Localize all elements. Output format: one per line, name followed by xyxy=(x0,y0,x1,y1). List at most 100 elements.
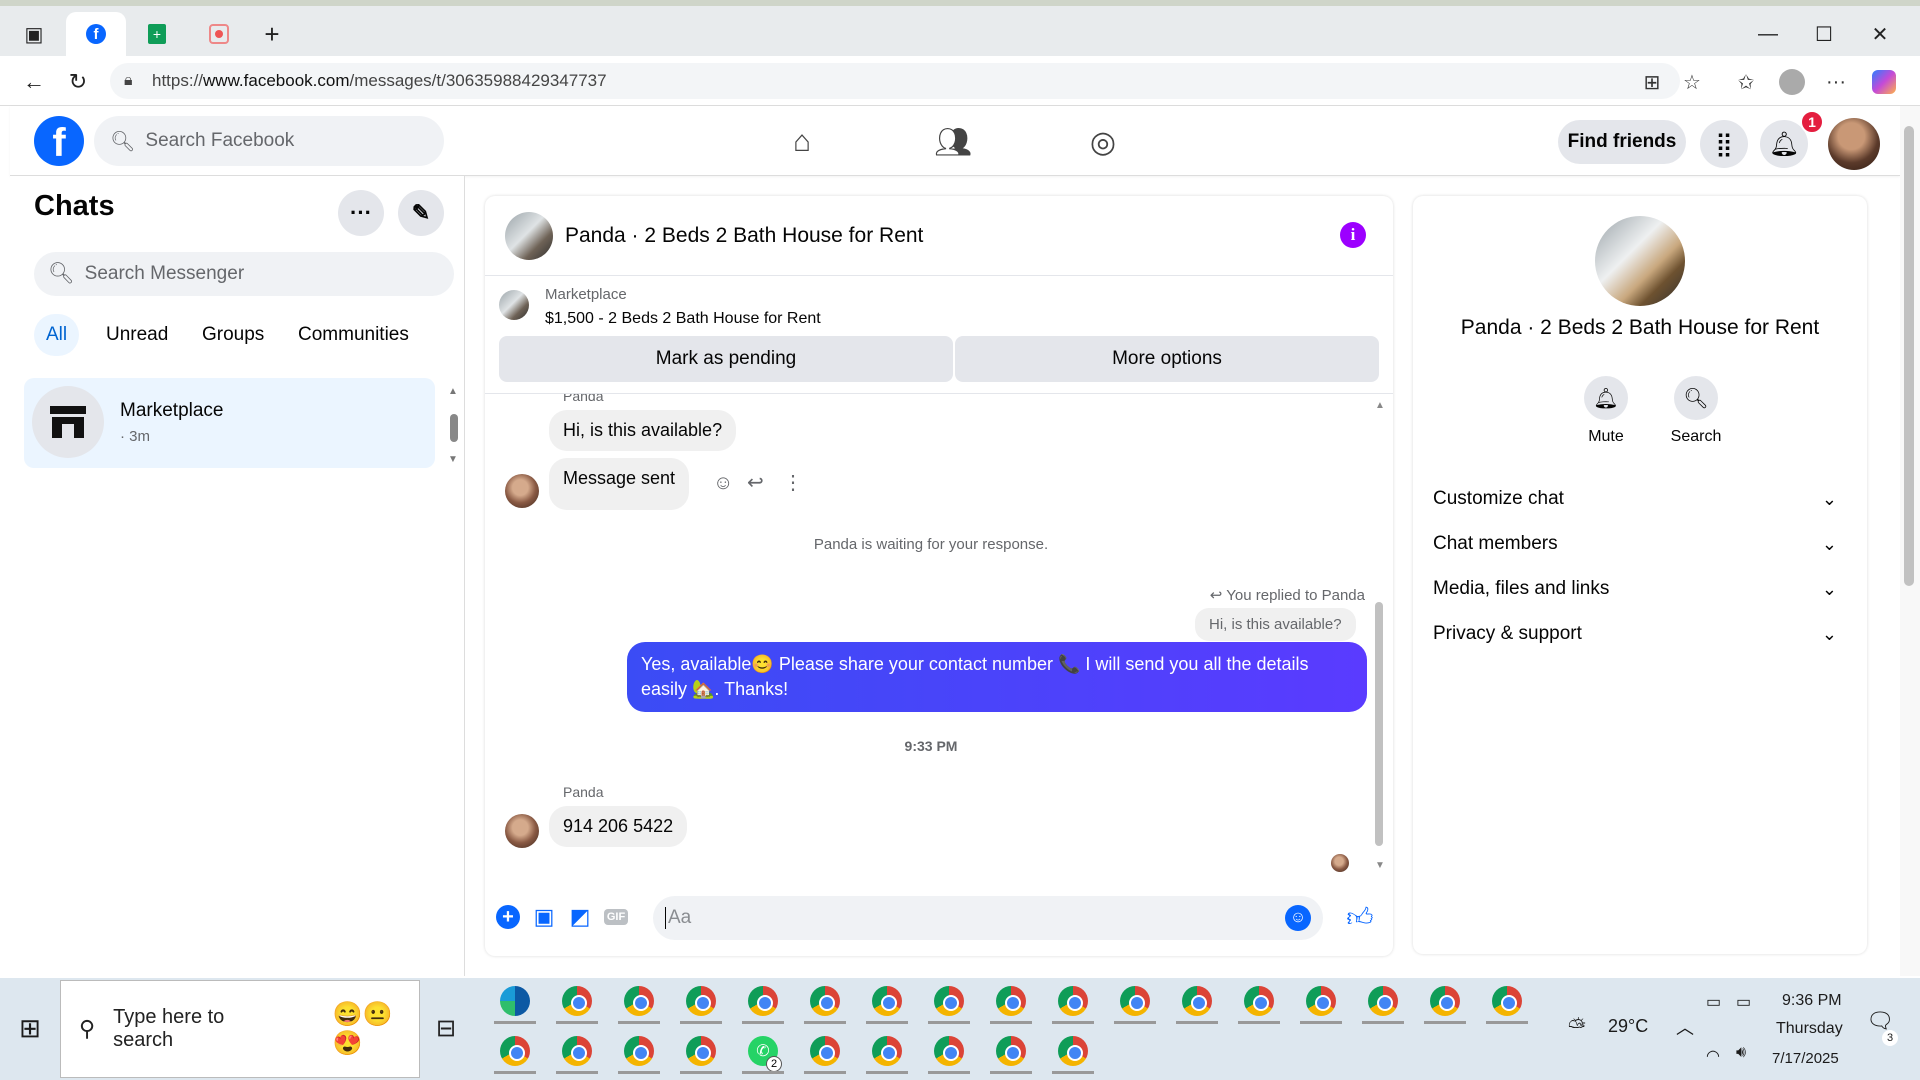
message-bubble-sent[interactable]: Message sent xyxy=(549,458,690,510)
tab-sheets[interactable]: + xyxy=(132,12,182,56)
taskbar-chrome-window[interactable] xyxy=(674,978,728,1024)
facebook-logo[interactable]: f xyxy=(34,116,84,166)
taskbar-chrome-window[interactable] xyxy=(860,1028,914,1074)
taskbar-chrome-window[interactable] xyxy=(1232,978,1286,1024)
chats-scrollbar[interactable]: ▲ ▼ xyxy=(448,386,458,472)
outgoing-message[interactable]: Yes, available😊 Please share your contac… xyxy=(627,642,1367,712)
more-icon[interactable]: ··· xyxy=(1818,64,1854,100)
add-plus-icon[interactable]: + xyxy=(493,902,523,932)
account-avatar[interactable] xyxy=(1828,118,1880,170)
filter-unread[interactable]: Unread xyxy=(94,314,180,356)
facebook-search[interactable]: 🔍︎ Search Facebook xyxy=(94,116,444,166)
chat-item-marketplace[interactable]: Marketplace · 3m xyxy=(24,378,435,468)
messages-scroll-thumb[interactable] xyxy=(1375,602,1383,846)
close-icon[interactable]: ✕ xyxy=(1852,12,1908,56)
find-friends-button[interactable]: Find friends xyxy=(1558,120,1686,164)
taskbar-chrome-window[interactable] xyxy=(922,978,976,1024)
favorite-star-icon[interactable]: ☆ xyxy=(1674,64,1710,100)
filter-communities[interactable]: Communities xyxy=(286,314,421,356)
weather-icon[interactable]: ⛅︎ xyxy=(1568,1014,1586,1040)
task-view-icon[interactable]: ⊟ xyxy=(436,1014,456,1043)
taskbar-chrome-window[interactable] xyxy=(612,1028,666,1074)
new-tab-icon[interactable]: + xyxy=(252,14,292,54)
taskbar-chrome-window[interactable] xyxy=(984,1028,1038,1074)
gif-icon[interactable]: GIF xyxy=(601,902,631,932)
maximize-icon[interactable]: ☐ xyxy=(1796,12,1852,56)
conversation-title[interactable]: Panda · 2 Beds 2 Bath House for Rent xyxy=(565,224,923,248)
taskbar-chrome-window[interactable] xyxy=(984,978,1038,1024)
taskbar-chrome-window[interactable] xyxy=(1356,978,1410,1024)
message-input[interactable]: Aa ☺ xyxy=(653,896,1323,940)
photo-icon[interactable]: ▣ xyxy=(529,902,559,932)
taskbar-chrome-window[interactable] xyxy=(550,978,604,1024)
taskbar-chrome-window[interactable] xyxy=(1294,978,1348,1024)
friends-icon[interactable]: 👥︎ xyxy=(928,120,978,164)
react-icon[interactable]: ☺ xyxy=(713,472,733,495)
profile-icon[interactable] xyxy=(1774,64,1810,100)
device-icon[interactable]: ▭ xyxy=(1706,992,1721,1012)
windows-start-icon[interactable]: ⊞ xyxy=(12,1010,48,1046)
messenger-search[interactable]: 🔍︎ Search Messenger xyxy=(34,252,454,296)
taskbar-chrome-window[interactable] xyxy=(1480,978,1534,1024)
minimize-icon[interactable]: — xyxy=(1740,12,1796,56)
battery-icon[interactable]: ▭ xyxy=(1736,992,1751,1012)
taskbar-chrome-window[interactable] xyxy=(674,1028,728,1074)
menu-grid-icon[interactable]: ⣿ xyxy=(1700,120,1748,168)
wifi-icon[interactable]: ◠ xyxy=(1706,1046,1720,1066)
taskbar-chrome-window[interactable] xyxy=(612,978,666,1024)
taskbar-chrome-window[interactable] xyxy=(860,978,914,1024)
taskbar-chrome-window[interactable] xyxy=(1418,978,1472,1024)
chats-options-icon[interactable]: ··· xyxy=(338,190,384,236)
volume-icon[interactable]: 🔊︎ xyxy=(1736,1044,1746,1062)
taskbar-chrome-window[interactable] xyxy=(798,978,852,1024)
tab-other[interactable] xyxy=(194,12,244,56)
taskbar-chrome-window[interactable] xyxy=(488,1028,542,1074)
taskbar-chrome-window[interactable] xyxy=(798,1028,852,1074)
reply-icon[interactable]: ↩ xyxy=(747,470,764,495)
info-icon[interactable]: i xyxy=(1340,222,1366,248)
reload-icon[interactable]: ↻ xyxy=(60,64,96,100)
chevron-up-icon[interactable]: ︿ xyxy=(1676,1014,1694,1040)
mark-as-pending-button[interactable]: Mark as pending xyxy=(499,336,953,382)
taskbar-chrome-window[interactable] xyxy=(1046,978,1100,1024)
emoji-icon[interactable]: ☺ xyxy=(1285,905,1311,931)
taskbar-chrome-window[interactable] xyxy=(1046,1028,1100,1074)
mute-action[interactable]: 🔔︎ Mute xyxy=(1561,376,1651,446)
clock-day[interactable]: Thursday xyxy=(1776,1020,1843,1038)
listing-title[interactable]: $1,500 - 2 Beds 2 Bath House for Rent xyxy=(545,310,821,328)
taskbar-whatsapp[interactable]: ✆ 2 xyxy=(736,1028,790,1074)
sender-avatar[interactable] xyxy=(505,814,539,848)
conversation-avatar[interactable] xyxy=(505,212,553,260)
tab-actions-icon[interactable]: ▣ xyxy=(14,14,54,54)
filter-all[interactable]: All xyxy=(34,314,80,356)
message-bubble-phone[interactable]: 914 206 5422 xyxy=(549,806,688,847)
section-chat-members[interactable]: Chat members ⌄ xyxy=(1433,519,1847,569)
section-customize-chat[interactable]: Customize chat ⌄ xyxy=(1433,474,1847,524)
clock-time[interactable]: 9:36 PM xyxy=(1782,992,1842,1010)
message-bubble[interactable]: Hi, is this available? xyxy=(549,410,737,451)
taskbar-chrome-window[interactable] xyxy=(1108,978,1162,1024)
taskbar-chrome-window[interactable] xyxy=(736,978,790,1024)
like-thumb-icon[interactable]: 👍︎ xyxy=(1345,902,1375,932)
weather-temp[interactable]: 29°C xyxy=(1608,1016,1648,1037)
section-privacy-support[interactable]: Privacy & support ⌄ xyxy=(1433,609,1847,659)
reply-quote[interactable]: Hi, is this available? xyxy=(1195,608,1356,641)
favorites-icon[interactable]: ✩ xyxy=(1728,64,1764,100)
page-scrollbar[interactable] xyxy=(1900,106,1920,976)
search-action[interactable]: 🔍︎ Search xyxy=(1651,376,1741,446)
taskbar-chrome-window[interactable] xyxy=(550,1028,604,1074)
app-available-icon[interactable]: ⊞ xyxy=(1634,64,1670,100)
more-vertical-icon[interactable]: ⋮ xyxy=(783,470,803,495)
more-options-button[interactable]: More options xyxy=(955,336,1379,382)
home-icon[interactable]: ⌂ xyxy=(777,120,827,164)
back-icon[interactable]: ← xyxy=(16,64,52,100)
new-message-icon[interactable]: ✎ xyxy=(398,190,444,236)
section-media-files-links[interactable]: Media, files and links ⌄ xyxy=(1433,564,1847,614)
taskbar-edge[interactable] xyxy=(488,978,542,1024)
taskbar-chrome-window[interactable] xyxy=(1170,978,1224,1024)
groups-icon[interactable]: ◎ xyxy=(1078,120,1128,164)
listing-thumbnail[interactable] xyxy=(499,290,529,320)
page-scroll-thumb[interactable] xyxy=(1904,126,1914,586)
taskbar-chrome-window[interactable] xyxy=(922,1028,976,1074)
chat-info-avatar[interactable] xyxy=(1595,216,1685,306)
